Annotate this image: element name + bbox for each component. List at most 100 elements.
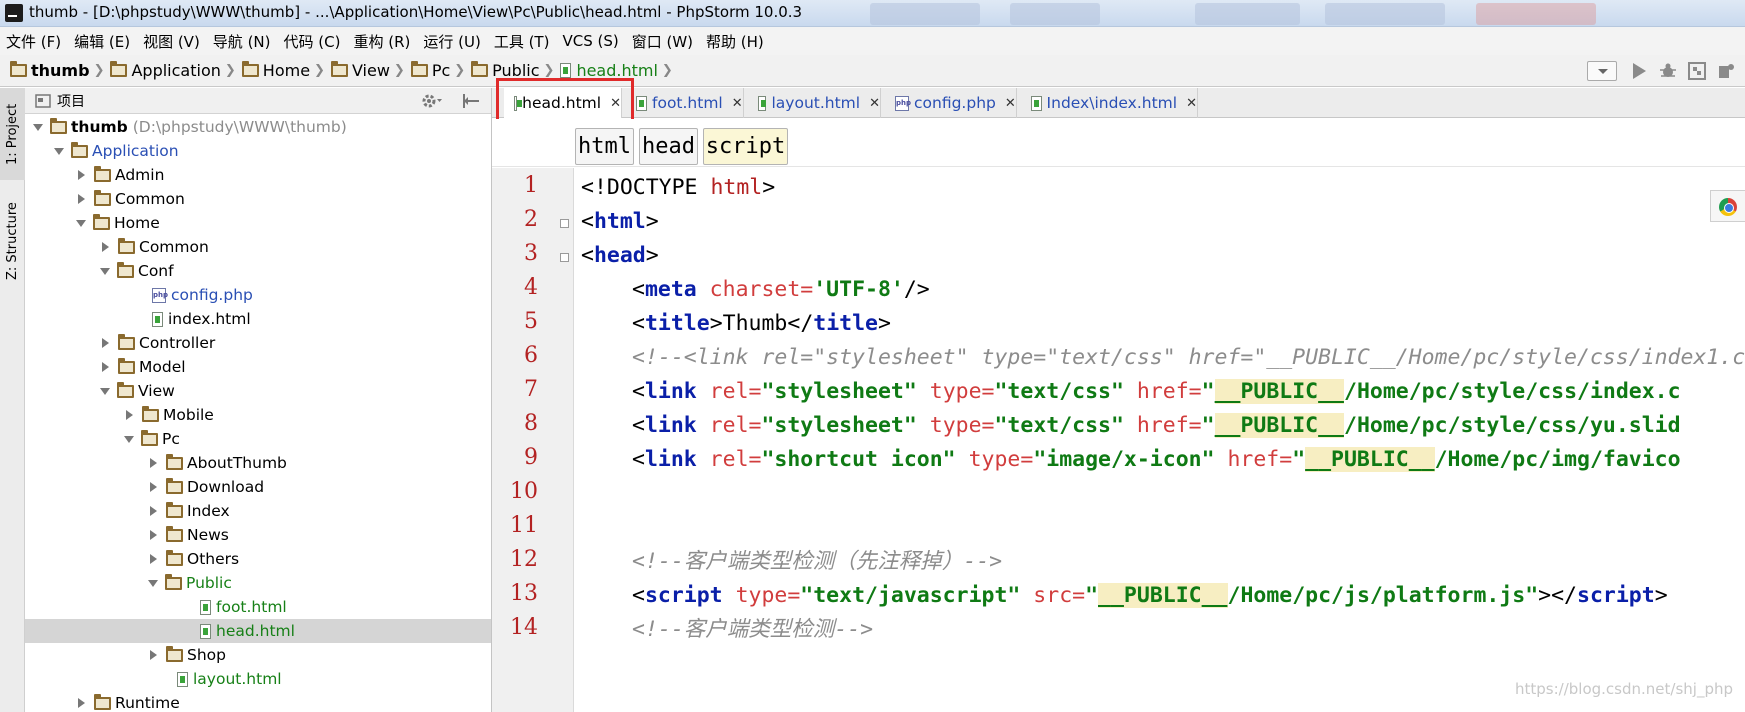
menu-refactor[interactable]: 重构 (R) xyxy=(353,31,410,52)
menu-window[interactable]: 窗口 (W) xyxy=(632,31,693,52)
line-number: 7 xyxy=(524,377,538,402)
tree-item-mobile[interactable]: Mobile xyxy=(25,403,491,427)
menu-view[interactable]: 视图 (V) xyxy=(143,31,200,52)
close-icon[interactable]: ✕ xyxy=(1186,96,1197,111)
expand-arrow-icon[interactable] xyxy=(150,530,157,540)
tab-layout-html[interactable]: layout.html ✕ xyxy=(748,88,881,118)
tree-item-controller[interactable]: Controller xyxy=(25,331,491,355)
tag-path-bar: html head script xyxy=(492,119,1745,167)
tree-item-aboutthumb[interactable]: AboutThumb xyxy=(25,451,491,475)
background-taskbar-tab xyxy=(870,3,980,25)
close-icon[interactable]: ✕ xyxy=(869,96,880,111)
breadcrumb-view[interactable]: View ❯ xyxy=(330,61,405,80)
tree-item-home[interactable]: Home xyxy=(25,211,491,235)
tree-item-index-html[interactable]: index.html xyxy=(25,307,491,331)
tree-item-public[interactable]: Public xyxy=(25,571,491,595)
run-icon[interactable] xyxy=(1629,61,1649,81)
tree-item-common[interactable]: Common xyxy=(25,187,491,211)
tree-item-news[interactable]: News xyxy=(25,523,491,547)
tab-foot-html[interactable]: foot.html ✕ xyxy=(626,88,744,118)
collapse-all-icon[interactable] xyxy=(461,92,481,114)
tree-item-shop[interactable]: Shop xyxy=(25,643,491,667)
expand-arrow-icon[interactable] xyxy=(102,338,109,348)
menu-code[interactable]: 代码 (C) xyxy=(284,31,341,52)
menu-tools[interactable]: 工具 (T) xyxy=(494,31,550,52)
expand-arrow-icon[interactable] xyxy=(100,267,110,275)
line-number: 8 xyxy=(524,411,538,436)
tree-item-runtime[interactable]: Runtime xyxy=(25,691,491,712)
tree-item-others[interactable]: Others xyxy=(25,547,491,571)
profile-icon[interactable] xyxy=(1716,61,1736,81)
coverage-icon[interactable] xyxy=(1687,61,1707,81)
tree-item-thumb[interactable]: thumb (D:\phpstudy\WWW\thumb) xyxy=(25,115,491,139)
expand-arrow-icon[interactable] xyxy=(150,506,157,516)
chevron-right-icon: ❯ xyxy=(224,63,236,78)
breadcrumb-application[interactable]: Application ❯ xyxy=(110,61,236,80)
expand-arrow-icon[interactable] xyxy=(78,194,85,204)
tab-head-html[interactable]: head.html ✕ xyxy=(504,88,622,118)
debug-icon[interactable] xyxy=(1658,61,1678,81)
expand-arrow-icon[interactable] xyxy=(102,242,109,252)
menu-edit[interactable]: 编辑 (E) xyxy=(74,31,130,52)
tag-crumb-head[interactable]: head xyxy=(639,128,698,165)
fold-marker-icon[interactable] xyxy=(560,219,569,228)
tree-item-application[interactable]: Application xyxy=(25,139,491,163)
menu-help[interactable]: 帮助 (H) xyxy=(706,31,764,52)
tree-item-head-html[interactable]: head.html xyxy=(25,619,491,643)
breadcrumb-thumb[interactable]: thumb ❯ xyxy=(10,61,104,80)
run-configuration-dropdown[interactable] xyxy=(1587,61,1617,81)
expand-arrow-icon[interactable] xyxy=(124,435,134,443)
line-number: 12 xyxy=(510,547,538,572)
tree-item-conf[interactable]: Conf xyxy=(25,259,491,283)
breadcrumb-pc[interactable]: Pc ❯ xyxy=(410,61,465,80)
tree-item-pc[interactable]: Pc xyxy=(25,427,491,451)
tree-item-download[interactable]: Download xyxy=(25,475,491,499)
breadcrumb-public[interactable]: Public ❯ xyxy=(471,61,554,80)
breadcrumb-head-html[interactable]: head.html ❯ xyxy=(560,61,673,80)
expand-arrow-icon[interactable] xyxy=(78,698,85,708)
expand-arrow-icon[interactable] xyxy=(33,123,43,131)
tree-item-config-php[interactable]: php config.php xyxy=(25,283,491,307)
expand-arrow-icon[interactable] xyxy=(54,147,64,155)
tree-item-home-common[interactable]: Common xyxy=(25,235,491,259)
watermark: https://blog.csdn.net/shj_php xyxy=(1515,680,1733,698)
close-icon[interactable]: ✕ xyxy=(610,96,621,111)
tag-crumb-html[interactable]: html xyxy=(575,128,634,165)
menu-navigate[interactable]: 导航 (N) xyxy=(213,31,271,52)
tree-item-layout-html[interactable]: layout.html xyxy=(25,667,491,691)
expand-arrow-icon[interactable] xyxy=(150,650,157,660)
tree-item-index[interactable]: Index xyxy=(25,499,491,523)
tab-config-php[interactable]: php config.php ✕ xyxy=(885,88,1017,118)
gear-icon[interactable] xyxy=(421,92,443,114)
tab-index-index-html[interactable]: Index\index.html ✕ xyxy=(1021,88,1198,118)
close-icon[interactable]: ✕ xyxy=(732,96,743,111)
expand-arrow-icon[interactable] xyxy=(150,458,157,468)
code-line-8: <link rel="stylesheet" type="text/css" h… xyxy=(632,413,1681,438)
expand-arrow-icon[interactable] xyxy=(148,579,158,587)
expand-arrow-icon[interactable] xyxy=(150,554,157,564)
expand-arrow-icon[interactable] xyxy=(76,219,86,227)
expand-arrow-icon[interactable] xyxy=(100,387,110,395)
tree-item-view[interactable]: View xyxy=(25,379,491,403)
breadcrumb-home[interactable]: Home ❯ xyxy=(241,61,325,80)
menu-vcs[interactable]: VCS (S) xyxy=(562,32,618,50)
code-editor[interactable]: <!DOCTYPE html> <html> <head> <meta char… xyxy=(575,168,1745,712)
tree-item-model[interactable]: Model xyxy=(25,355,491,379)
project-tool-tab[interactable]: 1: Project xyxy=(0,88,25,180)
expand-arrow-icon[interactable] xyxy=(102,362,109,372)
folder-icon xyxy=(166,525,183,542)
tree-item-admin[interactable]: Admin xyxy=(25,163,491,187)
menu-file[interactable]: 文件 (F) xyxy=(6,31,61,52)
chrome-browser-icon[interactable] xyxy=(1719,198,1737,216)
folder-icon xyxy=(50,117,67,134)
tree-item-foot-html[interactable]: foot.html xyxy=(25,595,491,619)
structure-tool-tab[interactable]: Z: Structure xyxy=(0,186,25,296)
expand-arrow-icon[interactable] xyxy=(126,410,133,420)
expand-arrow-icon[interactable] xyxy=(78,170,85,180)
folder-icon xyxy=(141,429,158,446)
close-icon[interactable]: ✕ xyxy=(1005,96,1016,111)
menu-run[interactable]: 运行 (U) xyxy=(423,31,480,52)
fold-marker-icon[interactable] xyxy=(560,253,569,262)
tag-crumb-script[interactable]: script xyxy=(703,128,788,165)
expand-arrow-icon[interactable] xyxy=(150,482,157,492)
